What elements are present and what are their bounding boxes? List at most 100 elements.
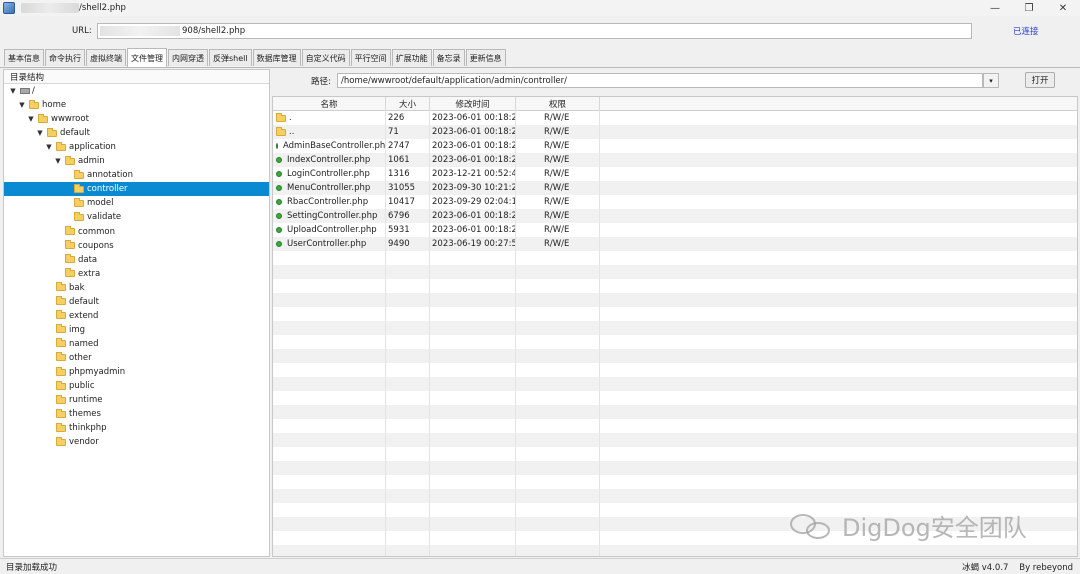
table-row[interactable]: IndexController.php 1061 2023-06-01 00:18:… bbox=[273, 153, 1077, 167]
tab-0[interactable]: 基本信息 bbox=[4, 49, 44, 66]
tab-7[interactable]: 自定义代码 bbox=[301, 49, 350, 66]
folder-icon bbox=[29, 99, 39, 109]
tree-item[interactable]: data bbox=[4, 253, 97, 267]
tree-item[interactable]: controller bbox=[4, 182, 269, 197]
tree-item-label: wwwroot bbox=[51, 114, 89, 125]
cell-mtime bbox=[430, 279, 516, 293]
cell-name bbox=[273, 307, 386, 321]
tab-6[interactable]: 数据库管理 bbox=[252, 49, 301, 66]
cell-name bbox=[273, 349, 386, 363]
tree-item[interactable]: model bbox=[4, 196, 113, 210]
expand-arrow-icon[interactable]: ▼ bbox=[9, 87, 17, 95]
tree-item[interactable]: ▼ home bbox=[4, 98, 66, 112]
tree-item[interactable]: ▼ wwwroot bbox=[4, 112, 89, 126]
tab-9[interactable]: 扩展功能 bbox=[391, 49, 432, 66]
table-row[interactable]: LoginController.php 1316 2023-12-21 00:52:… bbox=[273, 167, 1077, 181]
tree-item[interactable]: other bbox=[4, 351, 92, 365]
cell-name: RbacController.php bbox=[273, 195, 386, 209]
cell-mtime bbox=[430, 489, 516, 503]
tab-5[interactable]: 反弹shell bbox=[209, 49, 252, 66]
tab-10[interactable]: 备忘录 bbox=[432, 49, 465, 66]
table-row[interactable]: . 226 2023-06-01 00:18:29 R/W/E bbox=[273, 111, 1077, 125]
cell-size bbox=[386, 321, 430, 335]
cell-size bbox=[386, 391, 430, 405]
tree-item-label: annotation bbox=[87, 170, 134, 181]
cell-perm bbox=[516, 321, 600, 335]
close-button[interactable]: ✕ bbox=[1046, 0, 1080, 16]
column-header-permission[interactable]: 权限 bbox=[516, 97, 600, 111]
restore-button[interactable]: ❐ bbox=[1012, 0, 1046, 16]
expand-arrow-icon[interactable]: ▼ bbox=[54, 157, 62, 165]
table-row[interactable]: UserController.php 9490 2023-06-19 00:27:5… bbox=[273, 237, 1077, 251]
table-row[interactable]: RbacController.php 10417 2023-09-29 02:04:… bbox=[273, 195, 1077, 209]
expand-arrow-icon[interactable]: ▼ bbox=[45, 143, 53, 151]
tab-1[interactable]: 命令执行 bbox=[45, 49, 85, 66]
path-dropdown-button[interactable]: ▾ bbox=[983, 73, 999, 88]
tree-item[interactable]: coupons bbox=[4, 239, 114, 253]
tree-item[interactable]: ▼ admin bbox=[4, 154, 105, 168]
tree-item[interactable]: common bbox=[4, 225, 115, 239]
cell-size: 1061 bbox=[386, 153, 430, 167]
table-row[interactable]: .. 71 2023-06-01 00:18:29 R/W/E bbox=[273, 125, 1077, 139]
watermark: DigDog安全团队 bbox=[790, 508, 1027, 543]
tree-item[interactable]: public bbox=[4, 379, 95, 393]
file-name: IndexController.php bbox=[287, 155, 371, 165]
tree-item[interactable]: ▼ application bbox=[4, 140, 116, 154]
cell-name: LoginController.php bbox=[273, 167, 386, 181]
tree-item[interactable]: named bbox=[4, 337, 99, 351]
tree-item[interactable]: phpmyadmin bbox=[4, 365, 125, 379]
tree-item[interactable]: validate bbox=[4, 210, 121, 224]
cell-size bbox=[386, 489, 430, 503]
column-header-mtime[interactable]: 修改时间 bbox=[430, 97, 516, 111]
connection-status[interactable]: 已连接 bbox=[1013, 25, 1039, 37]
table-row bbox=[273, 489, 1077, 503]
expand-arrow-icon[interactable]: ▼ bbox=[36, 129, 44, 137]
column-header-name[interactable]: 名称 bbox=[273, 97, 386, 111]
tree-item[interactable]: annotation bbox=[4, 168, 133, 182]
url-value: 908/shell2.php bbox=[182, 26, 246, 36]
cell-size bbox=[386, 349, 430, 363]
tab-8[interactable]: 平行空间 bbox=[350, 49, 391, 66]
tab-3[interactable]: 文件管理 bbox=[127, 48, 167, 67]
tab-11[interactable]: 更新信息 bbox=[465, 49, 506, 66]
tree-item[interactable]: default bbox=[4, 295, 99, 309]
tree-item[interactable]: img bbox=[4, 323, 85, 337]
minimize-button[interactable]: — bbox=[978, 0, 1012, 16]
tree-item[interactable]: bak bbox=[4, 281, 85, 295]
tree-item-label: / bbox=[32, 86, 35, 96]
url-field[interactable]: 908/shell2.php bbox=[97, 23, 972, 39]
open-button[interactable]: 打开 bbox=[1025, 72, 1055, 88]
tree-item[interactable]: ▼ default bbox=[4, 126, 90, 140]
file-name: MenuController.php bbox=[287, 183, 371, 193]
folder-icon bbox=[65, 155, 75, 165]
status-bar: 目录加载成功 冰蝎 v4.0.7 By rebeyond bbox=[0, 558, 1080, 574]
folder-icon bbox=[56, 296, 66, 306]
column-header-size[interactable]: 大小 bbox=[386, 97, 430, 111]
tab-2[interactable]: 虚拟终端 bbox=[86, 49, 126, 66]
tree-item[interactable]: vendor bbox=[4, 435, 99, 449]
tab-4[interactable]: 内网穿透 bbox=[168, 49, 208, 66]
expand-arrow-icon[interactable]: ▼ bbox=[27, 115, 35, 123]
table-row[interactable]: SettingController.php 6796 2023-06-01 00:1… bbox=[273, 209, 1077, 223]
table-row[interactable]: MenuController.php 31055 2023-09-30 10:21:… bbox=[273, 181, 1077, 195]
wechat-icon bbox=[790, 512, 834, 540]
tree-item-label: bak bbox=[69, 282, 85, 293]
cell-name bbox=[273, 461, 386, 475]
cell-mtime: 2023-06-01 00:18:29 bbox=[432, 209, 516, 223]
tree-item-label: named bbox=[69, 338, 99, 349]
tree-item[interactable]: themes bbox=[4, 407, 101, 421]
path-input[interactable]: /home/wwwroot/default/application/admin/… bbox=[337, 73, 983, 88]
tree-item[interactable]: extra bbox=[4, 267, 100, 281]
tree-item[interactable]: thinkphp bbox=[4, 421, 107, 435]
expand-arrow-icon[interactable]: ▼ bbox=[18, 101, 26, 109]
table-row bbox=[273, 251, 1077, 265]
cell-size bbox=[386, 363, 430, 377]
table-row[interactable]: AdminBaseController.php 2747 2023-06-01 00… bbox=[273, 139, 1077, 153]
tree-item[interactable]: runtime bbox=[4, 393, 102, 407]
tree-item[interactable]: ▼ / bbox=[4, 84, 35, 98]
table-row[interactable]: UploadController.php 5931 2023-06-01 00:18… bbox=[273, 223, 1077, 237]
file-name: UserController.php bbox=[287, 239, 367, 249]
cell-perm bbox=[516, 279, 600, 293]
tree-item[interactable]: extend bbox=[4, 309, 98, 323]
cell-size: 226 bbox=[386, 111, 430, 125]
